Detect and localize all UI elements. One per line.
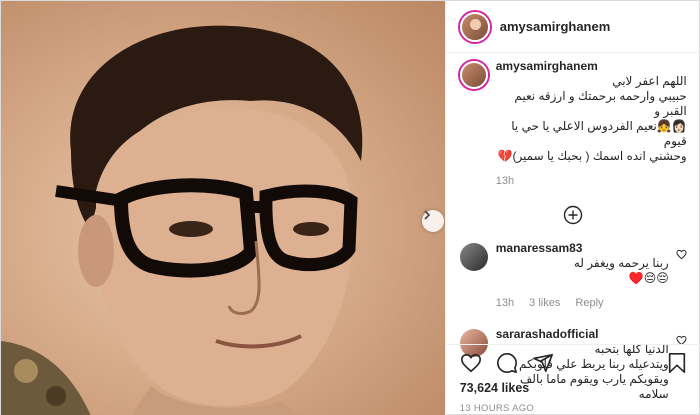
comment-text: ربنا يرحمه ويغفر له — [573, 256, 669, 270]
post-side-panel: amysamirghanem amysamirghanem اللهم اعفر… — [444, 1, 700, 415]
header-username[interactable]: amysamirghanem — [500, 19, 611, 34]
caption-time: 13h — [495, 175, 515, 187]
comment-username[interactable]: manaressam83 — [496, 241, 583, 255]
caption-line: وحشني انده اسمك ( بحبك يا سمير)💔 — [497, 149, 687, 163]
caption-username[interactable]: amysamirghanem — [496, 59, 598, 73]
next-photo-button[interactable] — [422, 210, 444, 232]
plus-circle-icon — [564, 205, 583, 225]
caption-line: اللهم اعفر لابي — [612, 74, 687, 88]
heart-icon[interactable] — [460, 352, 482, 374]
reply-button[interactable]: Reply — [575, 297, 603, 309]
caption-line: 👩🏻‍👧نعيم الفردوس الاعلي يا حي يا قيوم — [511, 119, 687, 148]
heart-icon[interactable] — [676, 249, 687, 260]
avatar[interactable] — [459, 243, 488, 271]
likes-count[interactable]: 73,624 likes — [460, 381, 687, 395]
comment-icon[interactable] — [496, 352, 518, 374]
caption: amysamirghanem اللهم اعفر لابي حبيبي وار… — [459, 59, 687, 189]
load-more-comments-button[interactable] — [460, 205, 687, 225]
chevron-right-icon — [424, 210, 431, 220]
avatar[interactable] — [459, 11, 490, 42]
comments-list: amysamirghanem اللهم اعفر لابي حبيبي وار… — [446, 59, 700, 401]
comment-likes[interactable]: 3 likes — [529, 297, 560, 309]
post-actions: 73,624 likes 13 HOURS AGO — [445, 344, 700, 414]
bookmark-icon[interactable] — [667, 352, 687, 374]
avatar[interactable] — [459, 61, 488, 89]
comment-item: manaressam83 ربنا يرحمه ويغفر له 😔😔♥️ 13… — [459, 241, 687, 311]
instagram-post: amysamirghanem amysamirghanem اللهم اعفر… — [0, 0, 700, 415]
post-timestamp: 13 HOURS AGO — [459, 403, 535, 414]
share-icon[interactable] — [532, 352, 554, 374]
caption-line: حبيبي وارحمه برحمتك و ارزقه نعيم القبر و — [514, 89, 687, 118]
comment-text: 😔😔♥️ — [628, 271, 669, 285]
comment-username[interactable]: sararashadofficial — [496, 327, 599, 341]
portrait-illustration — [1, 25, 363, 415]
comment-time: 13h — [495, 297, 515, 309]
post-photo[interactable] — [1, 1, 445, 415]
post-header: amysamirghanem — [445, 1, 699, 53]
action-icons-row — [460, 349, 687, 377]
